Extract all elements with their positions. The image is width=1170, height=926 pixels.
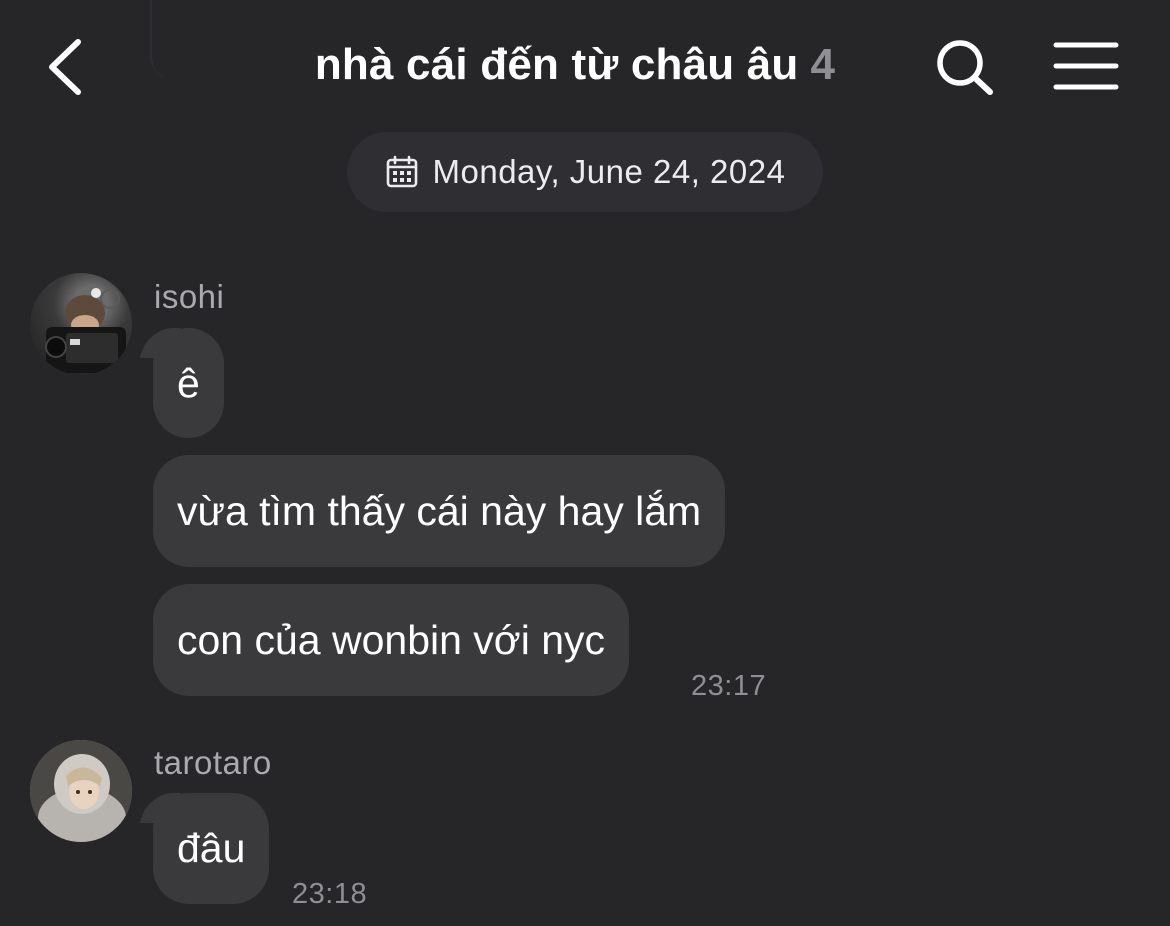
message-text: ê <box>177 359 200 406</box>
avatar[interactable] <box>30 273 132 375</box>
member-count: 4 <box>810 40 836 89</box>
message-bubble[interactable]: con của wonbin với nyc <box>153 584 629 696</box>
message-text: đâu <box>177 825 246 871</box>
message-timestamp: 23:18 <box>292 878 368 910</box>
chevron-left-icon <box>49 39 81 95</box>
sender-name: isohi <box>154 278 225 315</box>
chat-title: nhà cái đến từ châu âu 4 <box>200 40 950 90</box>
chat-name: nhà cái đến từ châu âu <box>314 40 799 89</box>
search-icon <box>937 40 993 95</box>
date-label: Monday, June 24, 2024 <box>432 153 786 190</box>
date-divider: Monday, June 24, 2024 <box>347 132 823 212</box>
chat-header: nhà cái đến từ châu âu 4 <box>0 0 1170 130</box>
message-bubble[interactable]: ê <box>153 328 224 438</box>
message-bubble[interactable]: đâu <box>153 793 270 904</box>
message-text: con của wonbin với nyc <box>177 616 605 663</box>
menu-button[interactable] <box>1052 40 1120 92</box>
search-button[interactable] <box>932 36 998 98</box>
message-bubble[interactable]: vừa tìm thấy cái này hay lắm <box>153 455 726 567</box>
avatar[interactable] <box>30 740 132 842</box>
sender-name: tarotaro <box>154 744 272 781</box>
message-text: vừa tìm thấy cái này hay lắm <box>177 487 702 534</box>
message-timestamp: 23:17 <box>691 670 767 702</box>
calendar-icon <box>386 155 417 188</box>
profile-photo <box>45 288 126 373</box>
profile-photo <box>30 740 132 842</box>
back-button[interactable] <box>36 34 100 98</box>
hamburger-menu-icon <box>1053 42 1119 90</box>
